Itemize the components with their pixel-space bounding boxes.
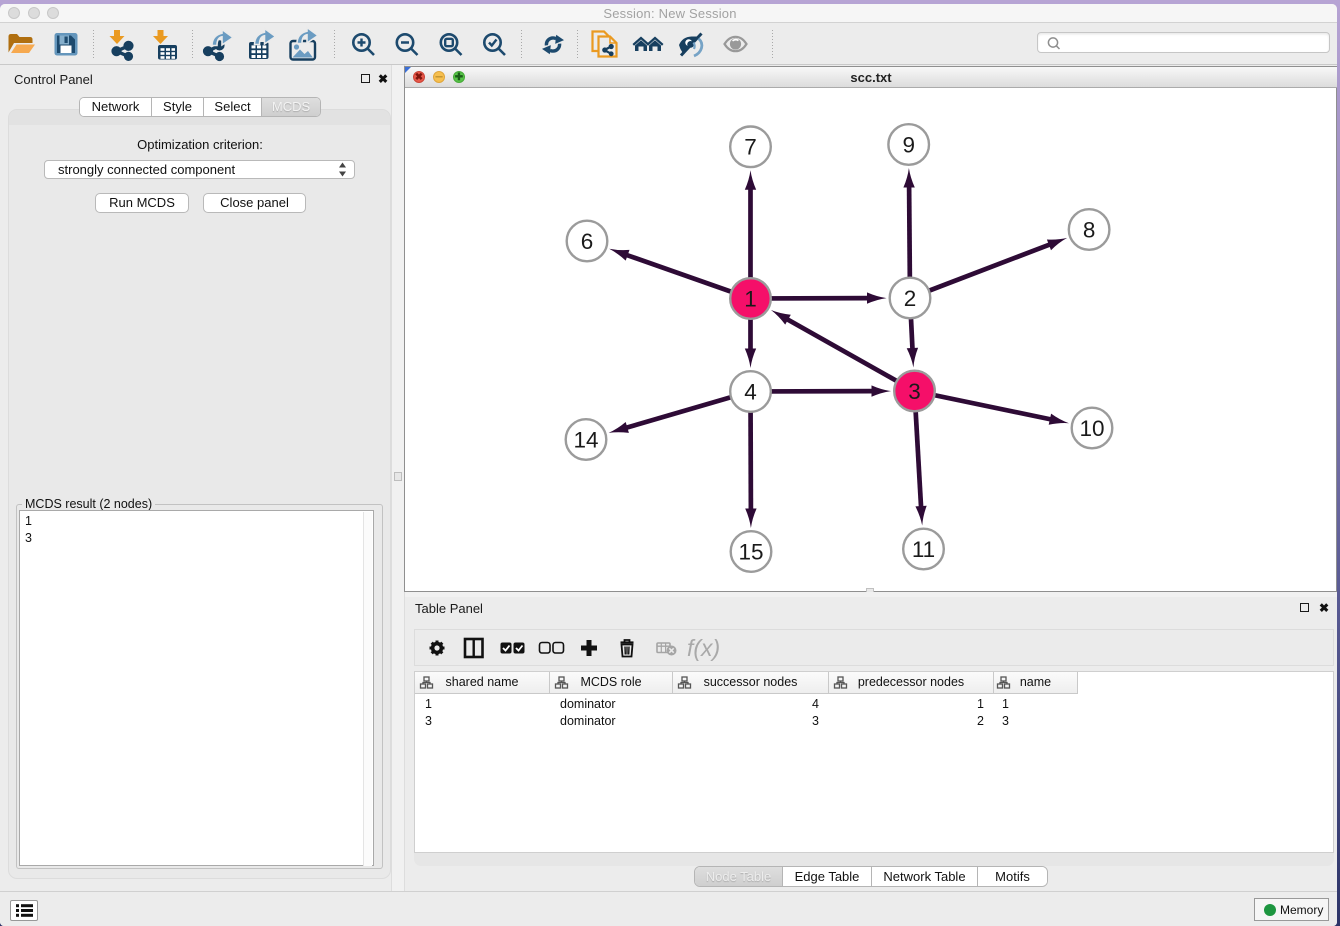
svg-text:2: 2 — [904, 286, 917, 311]
svg-text:1: 1 — [744, 286, 757, 311]
svg-text:8: 8 — [1083, 217, 1096, 242]
svg-text:10: 10 — [1079, 416, 1104, 441]
svg-text:9: 9 — [902, 132, 915, 157]
svg-text:14: 14 — [573, 427, 598, 452]
svg-text:3: 3 — [908, 379, 921, 404]
svg-text:f(x): f(x) — [687, 635, 720, 661]
svg-text:15: 15 — [738, 539, 763, 564]
svg-text:11: 11 — [912, 537, 935, 562]
svg-text:7: 7 — [744, 135, 757, 160]
svg-text:4: 4 — [744, 379, 757, 404]
svg-text:6: 6 — [581, 229, 594, 254]
